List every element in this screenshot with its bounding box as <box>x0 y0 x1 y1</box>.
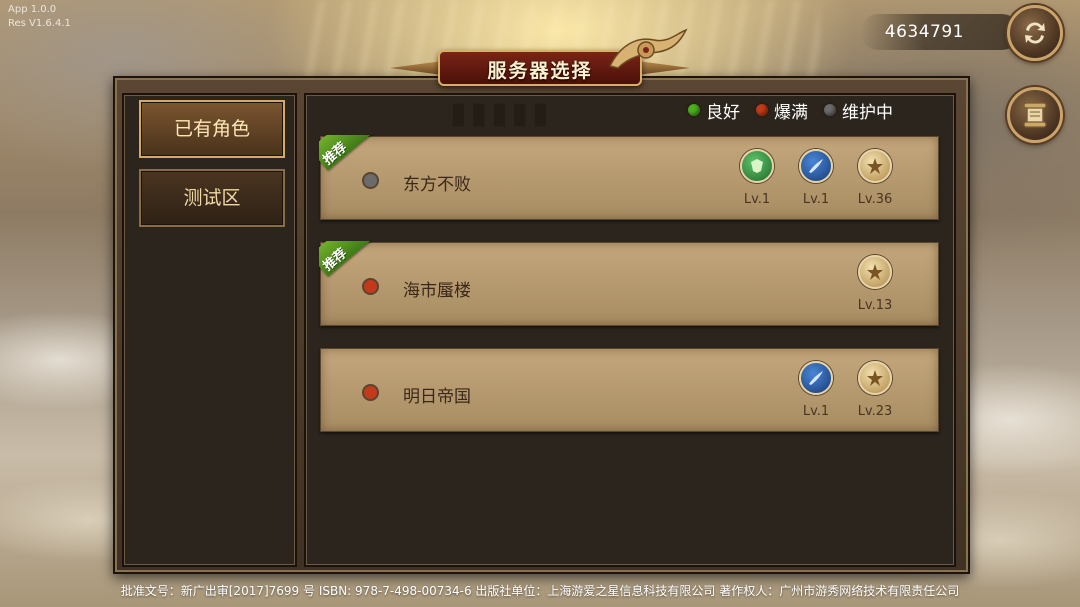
scroll-icon <box>1023 102 1047 128</box>
gold-warrior-icon <box>858 255 892 289</box>
legend-maintenance-label: 维护中 <box>842 102 893 123</box>
green-mage-icon <box>740 149 774 183</box>
character-level: Lv.36 <box>857 192 893 207</box>
server-name: 明日帝国 <box>403 387 471 407</box>
server-name: 东方不败 <box>403 175 471 195</box>
server-status-dot <box>362 384 379 401</box>
gold-warrior-icon <box>858 149 892 183</box>
character-level: Lv.13 <box>857 298 893 313</box>
server-name: 海市蜃楼 <box>403 281 471 301</box>
status-dot-red-icon <box>754 102 770 118</box>
character-slot[interactable]: Lv.1 <box>735 149 779 207</box>
server-status-dot <box>362 278 379 295</box>
character-level: Lv.1 <box>743 192 771 207</box>
legend-good: 良好 <box>686 98 740 123</box>
character-slot[interactable]: Lv.1 <box>794 149 838 207</box>
app-version: App 1.0.0 <box>8 4 57 15</box>
scroll-button[interactable] <box>1007 87 1063 143</box>
character-level: Lv.23 <box>857 404 893 419</box>
watermark-logo: ▮▮▮▮▮ <box>450 96 553 131</box>
character-slot[interactable]: Lv.23 <box>853 361 897 419</box>
server-row-mingridiguo[interactable]: 明日帝国 Lv.1 Lv.23 <box>320 348 939 432</box>
version-info: App 1.0.0 Res V1.6.4.1 <box>8 3 71 31</box>
res-version: Res V1.6.4.1 <box>8 18 71 29</box>
character-slot[interactable]: Lv.13 <box>853 255 897 313</box>
category-panel: 已有角色 测试区 <box>122 93 297 567</box>
blue-blade-icon <box>799 149 833 183</box>
status-dot-gray-icon <box>822 102 838 118</box>
legend-full-label: 爆满 <box>774 102 808 123</box>
currency-display: 4634791 <box>860 14 1020 50</box>
title-ornament-icon <box>608 28 688 69</box>
gold-warrior-icon <box>858 361 892 395</box>
character-slot[interactable]: Lv.1 <box>794 361 838 419</box>
refresh-icon <box>1025 22 1045 44</box>
server-row-dongfangbubai[interactable]: 推荐 东方不败 Lv.1 Lv.1 Lv.36 <box>319 135 939 220</box>
category-test-zone[interactable]: 测试区 <box>139 169 285 227</box>
copyright-footer: 批准文号：新广出审[2017]7699 号 ISBN: 978-7-498-00… <box>120 584 960 598</box>
currency-value: 4634791 <box>884 22 964 42</box>
server-row-haishishenlou[interactable]: 推荐 海市蜃楼 Lv.13 <box>319 241 939 326</box>
server-status-dot <box>362 172 379 189</box>
category-existing-roles[interactable]: 已有角色 <box>139 100 285 158</box>
status-legend: 良好 爆满 维护中 <box>686 98 893 123</box>
legend-maintenance: 维护中 <box>822 98 893 123</box>
character-slot[interactable]: Lv.36 <box>853 149 897 207</box>
character-level: Lv.1 <box>802 404 830 419</box>
refresh-button[interactable] <box>1007 5 1063 61</box>
character-level: Lv.1 <box>802 192 830 207</box>
status-dot-green-icon <box>686 102 702 118</box>
blue-blade-icon <box>799 361 833 395</box>
legend-good-label: 良好 <box>706 102 740 123</box>
legend-full: 爆满 <box>754 98 808 123</box>
